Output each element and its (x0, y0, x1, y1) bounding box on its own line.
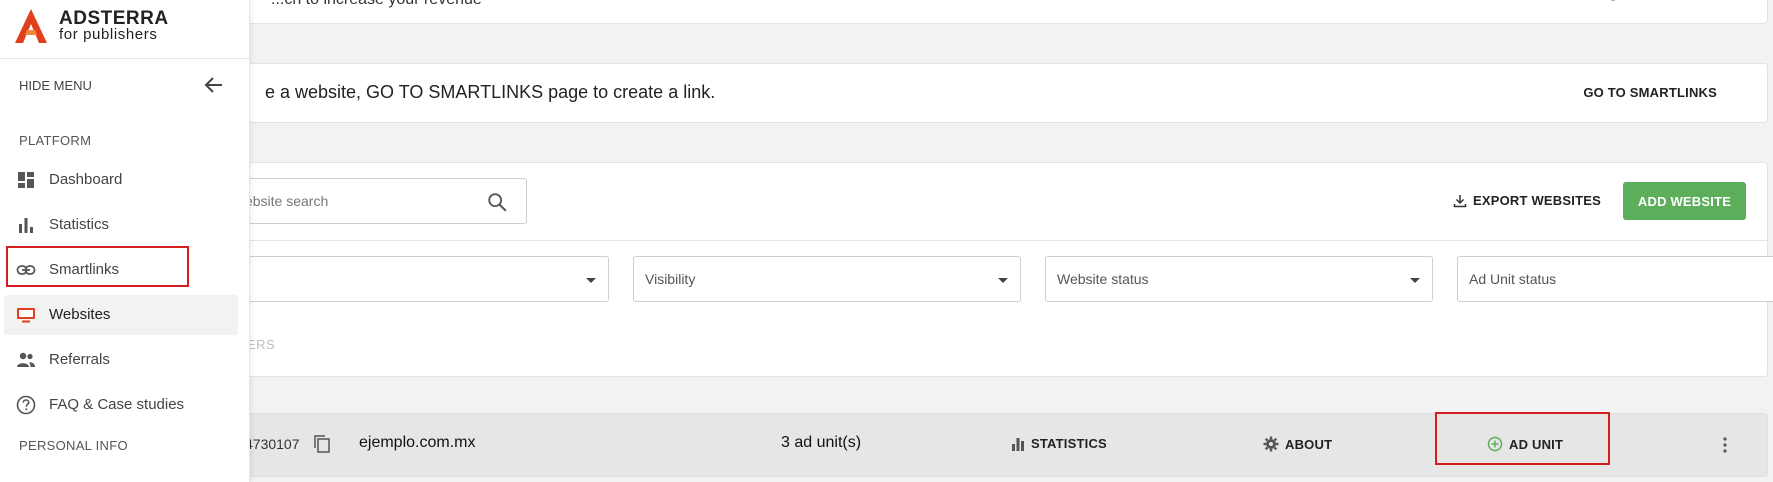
copy-icon[interactable] (313, 434, 331, 454)
ad-units-count: 3 ad unit(s) (781, 434, 862, 451)
sidebar-item-label: Referrals (49, 351, 110, 368)
sidebar-item-label: FAQ & Case studies (49, 396, 185, 413)
add-website-button[interactable]: ADD WEBSITE (1623, 182, 1746, 220)
website-about-button[interactable]: ABOUT (1263, 436, 1332, 452)
website-domain[interactable]: ejemplo.com.mx (359, 434, 475, 452)
ad-unit-highlight-box (1435, 412, 1610, 465)
brand-subtitle: for publishers (59, 26, 158, 43)
filter-select-type[interactable] (221, 256, 609, 302)
sidebar-item-label: Websites (49, 306, 111, 323)
smartlinks-highlight-box (6, 246, 189, 287)
filter-select-ad-unit-status-label: Ad Unit status (1469, 271, 1557, 287)
website-row: 4730107 ejemplo.com.mx 3 ad unit(s) STAT… (210, 412, 1768, 477)
chevron-down-icon (1410, 278, 1420, 283)
help-icon (16, 395, 36, 415)
clear-filters-button[interactable]: ERS (247, 337, 275, 352)
smartlinks-info-banner: e a website, GO TO SMARTLINKS page to cr… (210, 63, 1768, 123)
top-notice-text: ...ch to increase your revenue (271, 0, 482, 9)
sidebar-item-websites[interactable]: Websites (4, 295, 238, 335)
top-notice-card: ...ch to increase your revenue (210, 0, 1768, 24)
toolbar-divider (211, 240, 1767, 241)
more-vert-icon[interactable] (1723, 436, 1727, 454)
website-search-box[interactable] (221, 178, 527, 224)
sidebar-item-label: Dashboard (49, 171, 123, 188)
about-label: ABOUT (1285, 436, 1333, 452)
section-label-personal-info: PERSONAL INFO (19, 438, 128, 453)
monitor-icon (17, 308, 35, 323)
sidebar-item-faq[interactable]: FAQ & Case studies (4, 385, 238, 425)
download-icon (1453, 194, 1467, 207)
sidebar-divider (0, 58, 250, 59)
export-websites-button[interactable]: EXPORT WEBSITES (1453, 193, 1601, 208)
bar-chart-icon (19, 218, 33, 233)
export-websites-label: EXPORT WEBSITES (1473, 193, 1601, 208)
sidebar-item-label: Statistics (49, 216, 110, 233)
sidebar-item-dashboard[interactable]: Dashboard (4, 160, 238, 200)
hide-menu-button[interactable]: HIDE MENU (19, 78, 92, 93)
filter-select-website-status[interactable]: Website status (1045, 256, 1433, 302)
website-search-input[interactable] (232, 191, 472, 211)
sidebar-item-statistics[interactable]: Statistics (4, 205, 238, 245)
dashboard-icon (18, 172, 34, 188)
websites-toolbar-card: EXPORT WEBSITES ADD WEBSITE Visibility W… (210, 162, 1773, 377)
website-statistics-button[interactable]: STATISTICS (1011, 436, 1107, 451)
filter-select-visibility-label: Visibility (645, 271, 696, 287)
filter-select-ad-unit-status[interactable]: Ad Unit status (1457, 256, 1773, 302)
info-banner-text: e a website, GO TO SMARTLINKS page to cr… (265, 82, 716, 102)
top-notice-icon[interactable] (1609, 0, 1617, 1)
sidebar: ADSTERRA for publishers HIDE MENU PLATFO… (0, 0, 250, 482)
statistics-label: STATISTICS (1031, 436, 1107, 451)
people-icon (17, 352, 35, 367)
section-label-platform: PLATFORM (19, 133, 92, 148)
arrow-left-icon[interactable] (204, 76, 224, 94)
bar-chart-icon (1012, 437, 1024, 451)
adsterra-logo-icon[interactable] (14, 8, 48, 44)
website-id: 4730107 (245, 436, 300, 452)
chevron-down-icon (586, 278, 596, 283)
filter-select-visibility[interactable]: Visibility (633, 256, 1021, 302)
sidebar-item-referrals[interactable]: Referrals (4, 340, 238, 380)
chevron-down-icon (998, 278, 1008, 283)
go-to-smartlinks-button[interactable]: GO TO SMARTLINKS (1583, 85, 1717, 100)
search-icon[interactable] (486, 191, 508, 213)
gear-icon (1263, 436, 1279, 452)
filter-select-website-status-label: Website status (1057, 271, 1149, 287)
